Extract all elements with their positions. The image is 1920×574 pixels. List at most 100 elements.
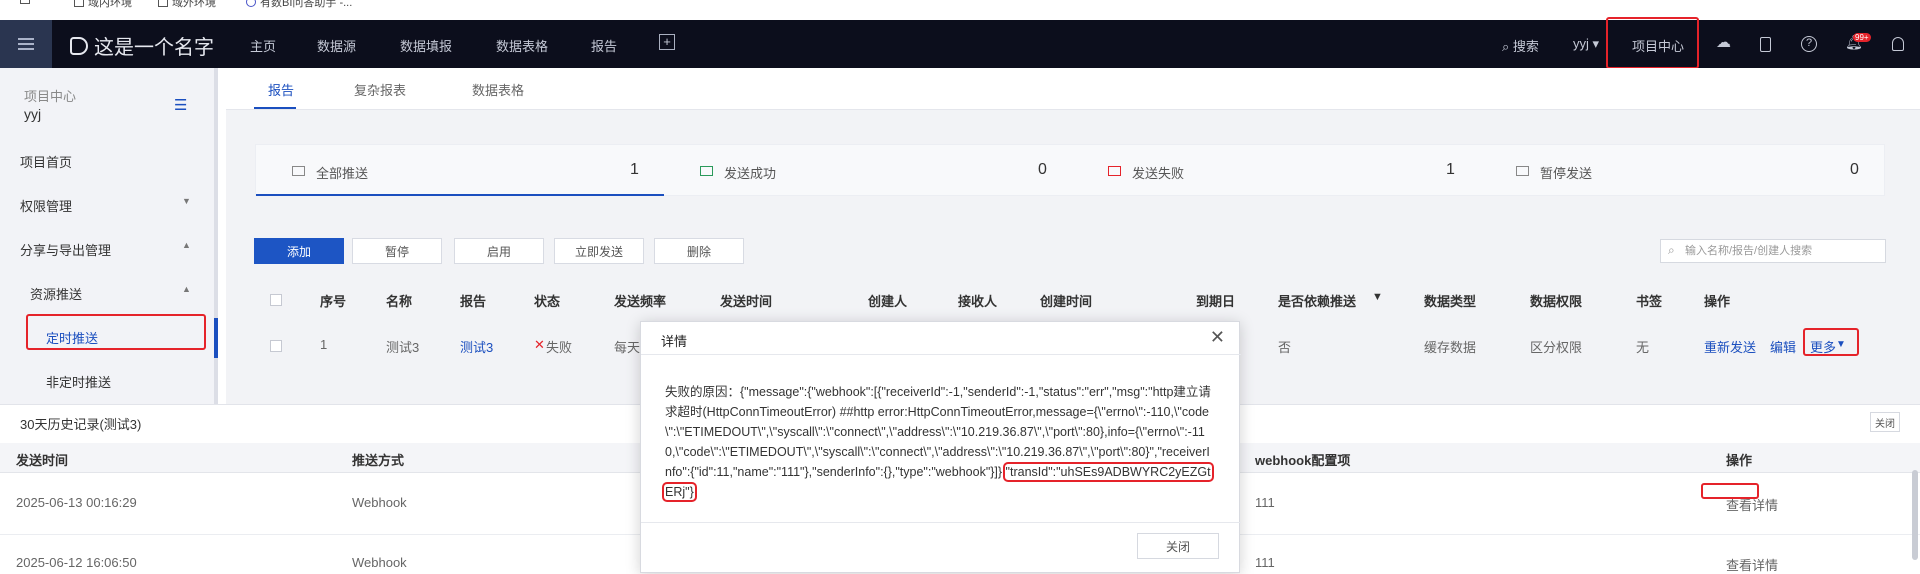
scheduled-push-highlight: [26, 314, 206, 350]
enable-button[interactable]: 启用: [454, 238, 544, 264]
modal-title: 详情: [661, 334, 688, 349]
nav-report[interactable]: 报告: [591, 36, 617, 55]
search-label: 搜索: [1512, 39, 1539, 54]
view-detail-highlight: [1701, 483, 1759, 499]
add-tab-icon[interactable]: +: [659, 34, 675, 50]
app-logo[interactable]: 这是一个名字: [70, 31, 214, 60]
row-checkbox[interactable]: [270, 340, 282, 352]
stat-label: 发送失败: [1132, 166, 1185, 181]
sidebar-item-resource-push[interactable]: 资源推送: [30, 284, 82, 303]
close-icon[interactable]: ✕: [1210, 327, 1225, 348]
cloud-icon[interactable]: ☁: [1716, 33, 1731, 51]
nav-data-table[interactable]: 数据表格: [496, 36, 548, 55]
col-creator: 创建人: [868, 294, 908, 309]
hist-method: Webhook: [352, 495, 407, 510]
col-bookmark: 书签: [1636, 294, 1663, 309]
bookmark-label: 域外环境: [172, 0, 216, 9]
hist-method: Webhook: [352, 555, 407, 570]
hist-config: 111: [1255, 495, 1275, 510]
more-highlight: [1803, 328, 1859, 356]
select-all-checkbox[interactable]: [270, 294, 282, 306]
edit-link[interactable]: 编辑: [1770, 337, 1796, 356]
hist-col-method: 推送方式: [352, 453, 405, 468]
view-detail-link[interactable]: 查看详情: [1726, 555, 1778, 574]
status-failed-icon: ✕: [534, 337, 545, 352]
mail-icon: [292, 166, 305, 176]
mail-success-icon: [700, 166, 713, 176]
user-name: yyj: [1573, 36, 1589, 51]
pause-button[interactable]: 暂停: [352, 238, 442, 264]
delete-button[interactable]: 删除: [654, 238, 744, 264]
user-dropdown[interactable]: yyj ▾: [1573, 36, 1599, 52]
tab-complex-report[interactable]: 复杂报表: [354, 80, 406, 99]
col-depend: 是否依赖推送: [1278, 294, 1357, 309]
sidebar-item-share-export[interactable]: 分享与导出管理: [20, 240, 111, 259]
col-name: 名称: [386, 294, 413, 309]
cell-status: 失败: [546, 340, 573, 355]
filter-icon[interactable]: ▼: [1372, 291, 1383, 303]
history-title: 30天历史记录(测试3): [20, 417, 142, 432]
history-close-button[interactable]: 关闭: [1870, 412, 1900, 432]
search-button[interactable]: ⌕ 搜索: [1502, 36, 1539, 55]
modal-body: 失败的原因：{"message":{"webhook":[{"receiverI…: [662, 382, 1214, 502]
tab-report[interactable]: 报告: [268, 80, 294, 99]
bookmark-label: 域内环境: [88, 0, 132, 9]
stat-label: 发送成功: [724, 166, 777, 181]
cell-bookmark: 无: [1636, 340, 1650, 355]
cell-name: 测试3: [386, 340, 420, 355]
bookmark-extranet[interactable]: 域外环境: [158, 0, 216, 10]
active-indicator: [214, 318, 218, 358]
cell-data-type: 缓存数据: [1424, 340, 1477, 355]
chevron-up-icon: ▲: [182, 240, 191, 250]
menu-toggle-icon[interactable]: [0, 20, 52, 68]
col-report: 报告: [460, 294, 487, 309]
stat-all[interactable]: 全部推送 1: [256, 145, 664, 197]
sidebar-item-non-scheduled-push[interactable]: 非定时推送: [46, 372, 111, 391]
user-icon[interactable]: [1892, 37, 1904, 51]
apps-icon[interactable]: [20, 0, 30, 4]
nav-datasource[interactable]: 数据源: [317, 36, 356, 55]
hist-config: 111: [1255, 555, 1275, 570]
bookmark-intranet[interactable]: 域内环境: [74, 0, 132, 10]
stat-value: 0: [1038, 161, 1047, 178]
col-permission: 数据权限: [1530, 294, 1583, 309]
help-icon[interactable]: ?: [1801, 36, 1817, 52]
bookmark-bi-assistant[interactable]: 有数BI问答助手 -...: [246, 0, 352, 10]
stat-value: 0: [1850, 161, 1859, 178]
resend-link[interactable]: 重新发送: [1704, 337, 1756, 356]
hist-time: 2025-06-13 00:16:29: [16, 495, 137, 510]
add-button[interactable]: 添加: [254, 238, 344, 264]
send-now-button[interactable]: 立即发送: [554, 238, 644, 264]
project-center-highlight: [1606, 17, 1699, 69]
search-icon: ⌕: [1668, 243, 1675, 257]
mail-failed-icon: [1108, 166, 1121, 176]
hist-col-webhook: webhook配置项: [1255, 453, 1351, 468]
col-data-type: 数据类型: [1424, 294, 1477, 309]
modal-close-button[interactable]: 关闭: [1137, 533, 1219, 559]
cell-index: 1: [320, 337, 328, 352]
stat-paused[interactable]: 暂停发送 0: [1480, 145, 1886, 197]
col-frequency: 发送频率: [614, 294, 667, 309]
stat-success[interactable]: 发送成功 0: [664, 145, 1072, 197]
col-status: 状态: [534, 294, 561, 309]
stat-value: 1: [1446, 161, 1455, 178]
list-icon[interactable]: ☰: [174, 96, 187, 114]
col-create-time: 创建时间: [1040, 294, 1093, 309]
nav-home[interactable]: 主页: [250, 36, 276, 55]
chevron-down-icon: ▼: [182, 196, 191, 206]
document-icon[interactable]: [1760, 37, 1771, 52]
sidebar-item-permission[interactable]: 权限管理: [20, 196, 72, 215]
sidebar-item-home[interactable]: 项目首页: [20, 152, 72, 171]
stat-label: 暂停发送: [1540, 166, 1593, 181]
search-input[interactable]: 输入名称/报告/创建人搜索: [1660, 239, 1886, 263]
cell-report-link[interactable]: 测试3: [460, 337, 493, 356]
stat-failed[interactable]: 发送失败 1: [1072, 145, 1480, 197]
bookmark-label: 有数BI问答助手 -...: [260, 0, 353, 9]
tab-data-table[interactable]: 数据表格: [472, 80, 524, 99]
hist-time: 2025-06-12 16:06:50: [16, 555, 137, 570]
stats-bar: 全部推送 1 发送成功 0 发送失败 1 暂停发送 0: [255, 144, 1885, 196]
nav-data-fill[interactable]: 数据填报: [400, 36, 452, 55]
content-tabs: 报告 复杂报表 数据表格: [226, 68, 1920, 110]
cell-frequency: 每天: [614, 340, 641, 355]
scrollbar[interactable]: [1912, 470, 1918, 560]
